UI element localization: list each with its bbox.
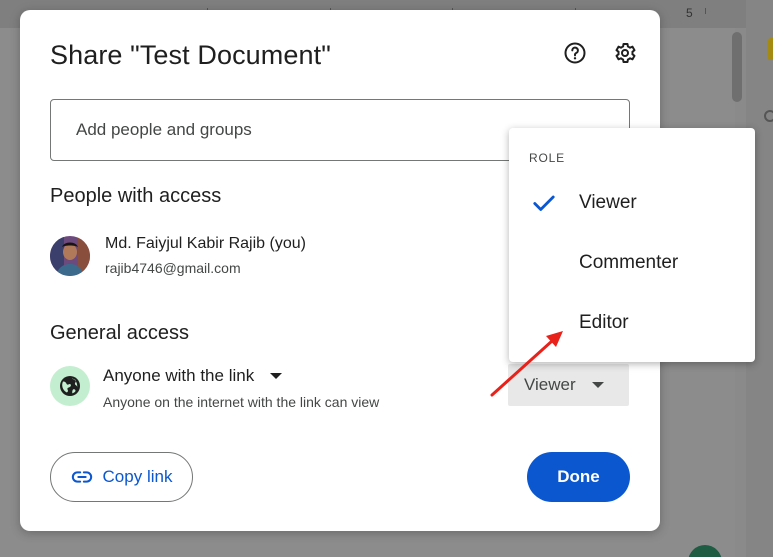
general-access-description: Anyone on the internet with the link can… xyxy=(103,394,380,410)
globe-icon xyxy=(60,376,80,396)
role-dropdown-button[interactable]: Viewer xyxy=(508,364,629,406)
role-option-commenter[interactable]: Commenter xyxy=(509,235,755,291)
help-icon xyxy=(564,42,586,64)
general-access-selected: Anyone with the link xyxy=(103,366,255,385)
side-panel-circle-icon[interactable] xyxy=(764,110,773,122)
document-scrollbar[interactable] xyxy=(732,32,742,102)
check-slot xyxy=(509,295,579,351)
role-option-label: Viewer xyxy=(579,192,637,213)
link-icon xyxy=(71,471,92,483)
dialog-title: Share "Test Document" xyxy=(50,40,331,70)
role-menu-header: ROLE xyxy=(529,151,565,165)
role-option-editor[interactable]: Editor xyxy=(509,295,755,351)
help-button[interactable] xyxy=(560,38,590,68)
general-access-heading: General access xyxy=(50,322,189,344)
role-option-label: Editor xyxy=(579,312,629,333)
person-name: Md. Faiyjul Kabir Rajib (you) xyxy=(105,235,306,252)
role-option-label: Commenter xyxy=(579,252,679,273)
done-button[interactable]: Done xyxy=(527,452,630,502)
role-dropdown-label: Viewer xyxy=(524,375,576,394)
role-option-viewer[interactable]: Viewer xyxy=(509,175,755,231)
gear-icon xyxy=(615,43,636,63)
settings-button[interactable] xyxy=(610,38,640,68)
caret-down-icon xyxy=(270,373,283,379)
people-with-access-heading: People with access xyxy=(50,185,222,207)
person-email: rajib4746@gmail.com xyxy=(105,260,241,276)
ruler-number: 5 xyxy=(686,6,693,20)
check-slot xyxy=(509,235,579,291)
caret-down-icon xyxy=(591,382,604,388)
checkmark-icon xyxy=(533,195,555,211)
avatar xyxy=(50,236,90,276)
copy-link-label: Copy link xyxy=(102,467,173,486)
check-slot xyxy=(509,175,579,231)
ruler-tick xyxy=(705,8,706,14)
role-menu: ROLE Viewer Commenter Editor xyxy=(509,128,755,362)
globe-badge xyxy=(50,366,90,406)
copy-link-button[interactable]: Copy link xyxy=(50,452,193,502)
general-access-dropdown[interactable]: Anyone with the link xyxy=(103,364,283,388)
side-panel-app-icon[interactable] xyxy=(767,38,773,60)
